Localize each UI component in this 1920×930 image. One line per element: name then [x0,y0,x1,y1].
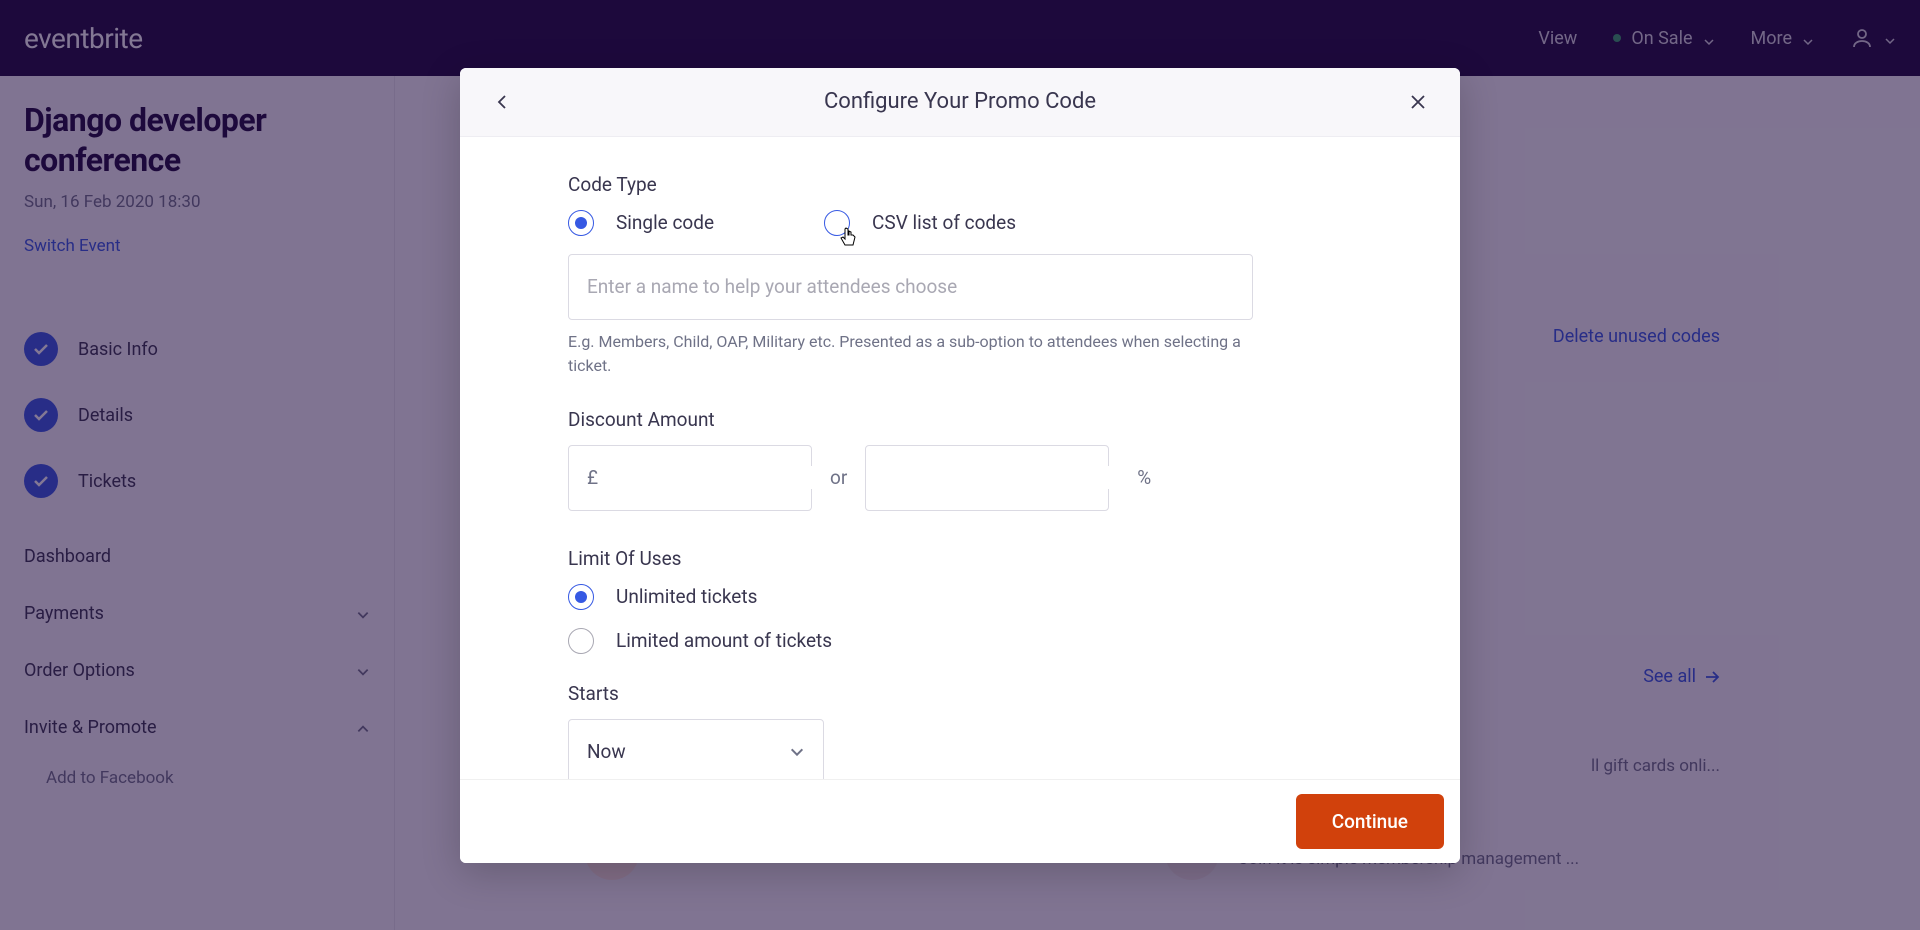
discount-row: £ or % [568,445,1352,511]
code-type-label: Code Type [568,173,1352,196]
limit-radios: Unlimited tickets Limited amount of tick… [568,584,1352,654]
starts-select[interactable]: Now [568,719,824,779]
radio-limited[interactable]: Limited amount of tickets [568,628,1352,654]
radio-csv-codes[interactable]: CSV list of codes [824,210,1016,236]
percent-input[interactable] [884,466,1137,489]
discount-label: Discount Amount [568,408,1352,431]
radio-label: Unlimited tickets [616,585,757,608]
back-button[interactable] [488,88,516,116]
radio-label: CSV list of codes [872,211,1016,234]
radio-single-code[interactable]: Single code [568,210,714,236]
modal-header: Configure Your Promo Code [460,68,1460,137]
or-text: or [826,466,851,489]
currency-input-wrap[interactable]: £ [568,445,812,511]
radio-icon [568,628,594,654]
percent-symbol: % [1137,466,1151,489]
currency-symbol: £ [587,466,598,489]
radio-label: Limited amount of tickets [616,629,832,652]
radio-icon [824,210,850,236]
radio-icon [568,584,594,610]
percent-input-wrap[interactable]: % [865,445,1109,511]
code-name-help: E.g. Members, Child, OAP, Military etc. … [568,330,1288,378]
chevron-down-icon [789,744,805,760]
close-button[interactable] [1404,88,1432,116]
promo-code-modal: Configure Your Promo Code Code Type Sing… [460,68,1460,863]
limit-label: Limit Of Uses [568,547,1352,570]
select-value: Now [587,740,626,763]
modal-body: Code Type Single code CSV list of codes … [460,137,1460,779]
starts-label: Starts [568,682,1352,705]
continue-button[interactable]: Continue [1296,794,1444,849]
modal-overlay[interactable]: Configure Your Promo Code Code Type Sing… [0,0,1920,930]
code-type-radios: Single code CSV list of codes [568,210,1352,236]
starts-section: Starts Now [568,682,1352,779]
radio-unlimited[interactable]: Unlimited tickets [568,584,1352,610]
discount-section: Discount Amount £ or % [568,408,1352,511]
radio-icon [568,210,594,236]
modal-footer: Continue [460,779,1460,863]
currency-input[interactable] [598,466,851,489]
code-name-input[interactable] [568,254,1253,320]
limit-section: Limit Of Uses Unlimited tickets Limited … [568,547,1352,654]
modal-title: Configure Your Promo Code [824,89,1096,114]
radio-label: Single code [616,211,714,234]
